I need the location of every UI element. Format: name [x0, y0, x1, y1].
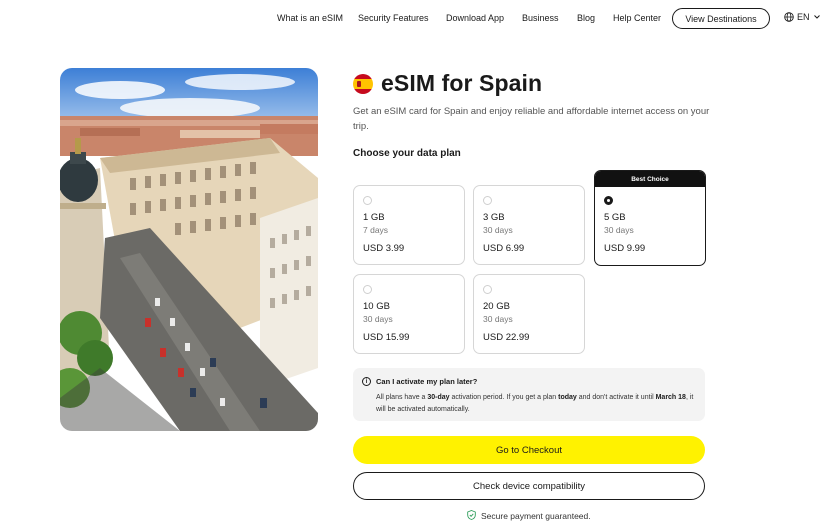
go-to-checkout-button[interactable]: Go to Checkout	[353, 436, 705, 464]
info-answer: All plans have a 30-day activation perio…	[376, 394, 694, 413]
plan-price: USD 15.99	[363, 332, 410, 343]
product-header: eSIM for Spain	[353, 70, 542, 97]
plan-card-1gb[interactable]: 1 GB 7 days USD 3.99	[353, 185, 465, 265]
nav-link-business[interactable]: Business	[522, 13, 559, 23]
info-question: Can I activate my plan later?	[376, 377, 478, 386]
plan-card-20gb[interactable]: 20 GB 30 days USD 22.99	[473, 274, 585, 354]
plan-card-3gb[interactable]: 3 GB 30 days USD 6.99	[473, 185, 585, 265]
choose-plan-label: Choose your data plan	[353, 148, 461, 159]
spain-flag-icon	[353, 73, 373, 94]
plan-data-amount: 10 GB	[363, 301, 390, 312]
globe-icon	[784, 12, 794, 22]
nav-link-what-is-esim[interactable]: What is an eSIM	[277, 13, 343, 23]
secure-payment-text: Secure payment guaranteed.	[481, 511, 591, 521]
plan-price: USD 6.99	[483, 243, 525, 254]
plan-price: USD 9.99	[604, 243, 646, 254]
chevron-down-icon	[813, 14, 821, 20]
plan-card-5gb[interactable]: Best Choice 5 GB 30 days USD 9.99	[594, 170, 706, 266]
product-description: Get an eSIM card for Spain and enjoy rel…	[353, 106, 710, 132]
nav-link-help-center[interactable]: Help Center	[613, 13, 661, 23]
plan-radio[interactable]	[363, 196, 372, 205]
plan-price: USD 3.99	[363, 243, 405, 254]
shield-check-icon	[467, 510, 476, 522]
plan-duration: 30 days	[363, 314, 393, 324]
language-selector[interactable]: EN	[784, 12, 821, 22]
plan-data-amount: 1 GB	[363, 212, 385, 223]
plan-radio-selected[interactable]	[604, 196, 613, 205]
info-icon: i	[362, 377, 371, 386]
plan-data-amount: 20 GB	[483, 301, 510, 312]
plan-duration: 30 days	[604, 225, 634, 235]
plan-duration: 30 days	[483, 314, 513, 324]
plan-duration: 7 days	[363, 225, 389, 235]
plan-price: USD 22.99	[483, 332, 530, 343]
destination-photo	[60, 68, 318, 431]
plan-data-amount: 3 GB	[483, 212, 505, 223]
page-title: eSIM for Spain	[381, 70, 543, 96]
top-nav: What is an eSIM Security Features Downlo…	[0, 0, 830, 38]
nav-link-security-features[interactable]: Security Features	[358, 13, 429, 23]
activation-info-box: i Can I activate my plan later? All plan…	[353, 368, 705, 421]
view-destinations-button[interactable]: View Destinations	[672, 8, 770, 29]
language-label: EN	[797, 12, 810, 22]
secure-payment-note: Secure payment guaranteed.	[467, 510, 591, 522]
plan-data-amount: 5 GB	[604, 212, 626, 223]
best-choice-badge: Best Choice	[595, 171, 705, 187]
plan-radio[interactable]	[363, 285, 372, 294]
plan-radio[interactable]	[483, 285, 492, 294]
plan-duration: 30 days	[483, 225, 513, 235]
plan-radio[interactable]	[483, 196, 492, 205]
plan-card-10gb[interactable]: 10 GB 30 days USD 15.99	[353, 274, 465, 354]
nav-link-blog[interactable]: Blog	[577, 13, 595, 23]
check-compatibility-button[interactable]: Check device compatibility	[353, 472, 705, 500]
nav-link-download-app[interactable]: Download App	[446, 13, 504, 23]
